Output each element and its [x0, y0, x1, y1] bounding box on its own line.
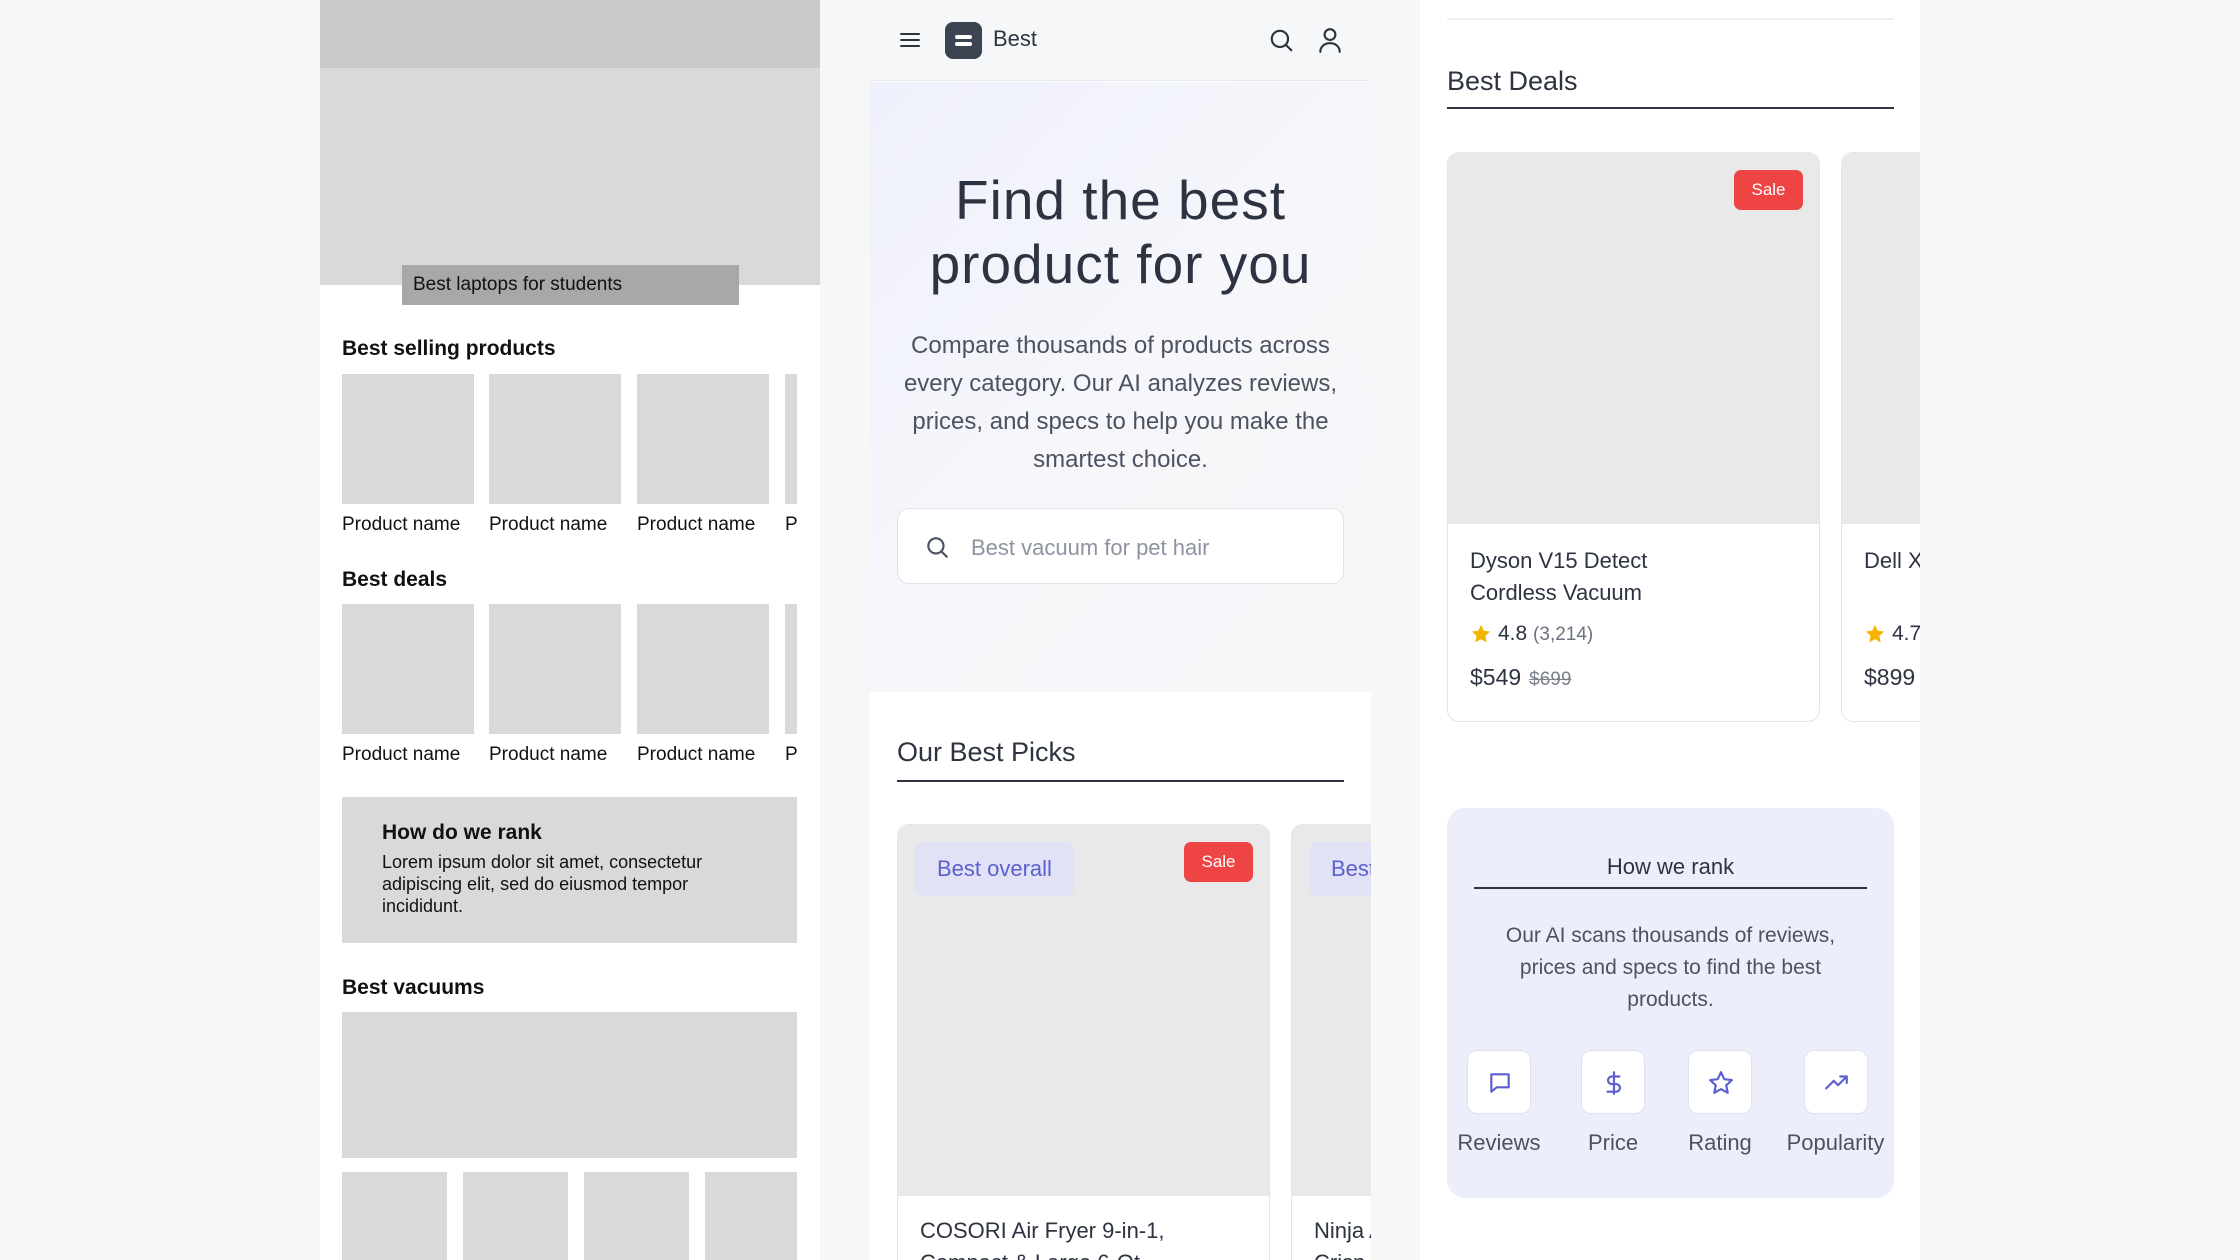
- how-we-rank-description: Our AI scans thousands of reviews, price…: [1505, 924, 1836, 1011]
- chat-bubble-icon: [1490, 1073, 1510, 1093]
- criterion-popularity[interactable]: Popularity: [1777, 1050, 1894, 1156]
- current-price: $549: [1470, 664, 1522, 690]
- star-icon: [1471, 624, 1491, 643]
- best-selling-heading: Best selling products: [342, 337, 556, 360]
- price: $549 $699: [1470, 664, 1571, 691]
- product-name[interactable]: COSORI Air Fryer 9-in-1,: [920, 1215, 1164, 1247]
- product-name[interactable]: P: [785, 744, 798, 766]
- hero-title: Find the best product for you: [929, 169, 1312, 295]
- home-panel: Find the best product for you Compare th…: [870, 0, 1371, 1260]
- product-thumb[interactable]: [342, 374, 474, 504]
- product-name-line2[interactable]: Crisp: [1314, 1247, 1365, 1260]
- best-vacuums-heading: Best vacuums: [342, 976, 485, 999]
- search-input[interactable]: Best vacuum for pet hair: [897, 508, 1344, 584]
- product-card[interactable]: Best overall Sale COSORI Air Fryer 9-in-…: [897, 824, 1270, 1260]
- how-we-rank-title: How do we rank: [382, 821, 542, 844]
- best-deals-heading: Best Deals: [1447, 66, 1578, 96]
- product-thumb[interactable]: [785, 374, 797, 504]
- review-count: (3,214): [1533, 624, 1594, 645]
- best-deals-heading: Best deals: [342, 568, 448, 591]
- criterion-label: Popularity: [1786, 1130, 1885, 1155]
- hero-section: Find the best product for you Compare th…: [870, 82, 1371, 692]
- brand-name[interactable]: Best: [993, 26, 1037, 52]
- rating-value: 4.7: [1892, 622, 1920, 645]
- product-thumb[interactable]: [342, 604, 474, 734]
- product-thumb[interactable]: [489, 604, 621, 734]
- product-name-line2[interactable]: Compact & Large 6-Qt: [920, 1247, 1140, 1260]
- top-app-bar: Best: [870, 0, 1371, 81]
- current-price: $899: [1864, 664, 1916, 690]
- product-name[interactable]: Product name: [637, 514, 755, 536]
- how-we-rank-block: How do we rank Lorem ipsum dolor sit ame…: [342, 797, 797, 943]
- product-name[interactable]: Product name: [637, 744, 755, 766]
- product-name[interactable]: P: [785, 514, 798, 536]
- old-price: $699: [1529, 669, 1572, 690]
- product-name[interactable]: Ninja A: [1314, 1215, 1371, 1247]
- divider: [1447, 18, 1894, 20]
- product-thumb[interactable]: [785, 604, 797, 734]
- brand-logo[interactable]: [945, 22, 982, 59]
- wireframe-panel: Best laptops for students Best selling p…: [320, 0, 820, 1260]
- search-placeholder: Best vacuum for pet hair: [971, 535, 1210, 560]
- product-name-line2[interactable]: Cordless Vacuum: [1470, 577, 1642, 609]
- product-thumb[interactable]: [637, 604, 769, 734]
- hamburger-menu-icon[interactable]: [898, 28, 922, 52]
- rating-value: 4.8: [1498, 622, 1528, 645]
- best-badge: Best: [1309, 842, 1371, 896]
- search-icon: [927, 537, 948, 558]
- trending-up-icon: [1824, 1075, 1848, 1090]
- deal-card[interactable]: Sale Dyson V15 Detect Cordless Vacuum 4.…: [1447, 152, 1820, 722]
- criterion-reviews[interactable]: Reviews: [1453, 1050, 1545, 1156]
- criterion-price[interactable]: Price: [1567, 1050, 1659, 1156]
- deals-panel: Best Deals Sale Dyson V15 Detect Cordles…: [1420, 0, 1920, 1260]
- criterion-label: Rating: [1688, 1130, 1752, 1155]
- heading-underline: [1447, 107, 1894, 109]
- product-name[interactable]: Product name: [342, 514, 460, 536]
- product-thumb[interactable]: [705, 1172, 797, 1260]
- how-we-rank-body: Lorem ipsum dolor sit amet, consectetur …: [382, 852, 703, 916]
- product-name[interactable]: Product name: [489, 514, 607, 536]
- criterion-label: Price: [1587, 1130, 1639, 1155]
- product-card[interactable]: Best Ninja A Crisp: [1291, 824, 1371, 1260]
- product-thumb[interactable]: [342, 1172, 447, 1260]
- heading-underline: [897, 780, 1344, 782]
- hero-top-band: [320, 0, 820, 68]
- best-overall-badge: Best overall: [915, 842, 1074, 896]
- how-we-rank-section: How we rank Our AI scans thousands of re…: [1447, 808, 1894, 1198]
- how-we-rank-title: How we rank: [1606, 854, 1735, 879]
- product-thumb[interactable]: [463, 1172, 568, 1260]
- search-icon[interactable]: [1268, 27, 1294, 53]
- product-image: [1842, 153, 1920, 524]
- product-thumb[interactable]: [489, 374, 621, 504]
- best-picks-heading: Our Best Picks: [897, 737, 1076, 767]
- sale-badge: Sale: [1734, 170, 1803, 210]
- rating: 4.8 (3,214): [1498, 622, 1593, 646]
- product-thumb[interactable]: [584, 1172, 689, 1260]
- product-name[interactable]: Product name: [489, 744, 607, 766]
- user-account-icon[interactable]: [1317, 26, 1343, 54]
- dollar-icon: [1606, 1071, 1622, 1095]
- product-name[interactable]: Product name: [342, 744, 460, 766]
- star-icon: [1865, 624, 1885, 643]
- title-underline: [1474, 887, 1867, 889]
- criterion-rating[interactable]: Rating: [1674, 1050, 1766, 1156]
- hero-caption[interactable]: Best laptops for students: [402, 265, 739, 305]
- sale-badge: Sale: [1184, 842, 1253, 882]
- hero-subtitle: Compare thousands of products across eve…: [903, 332, 1338, 473]
- star-outline-icon: [1709, 1071, 1733, 1094]
- product-thumb[interactable]: [637, 374, 769, 504]
- deal-card[interactable]: Dell X 4.7 $899: [1841, 152, 1920, 722]
- vacuum-feature-placeholder[interactable]: [342, 1012, 797, 1158]
- product-name[interactable]: Dyson V15 Detect: [1470, 545, 1647, 577]
- criterion-label: Reviews: [1457, 1130, 1541, 1155]
- product-name[interactable]: Dell X: [1864, 545, 1920, 577]
